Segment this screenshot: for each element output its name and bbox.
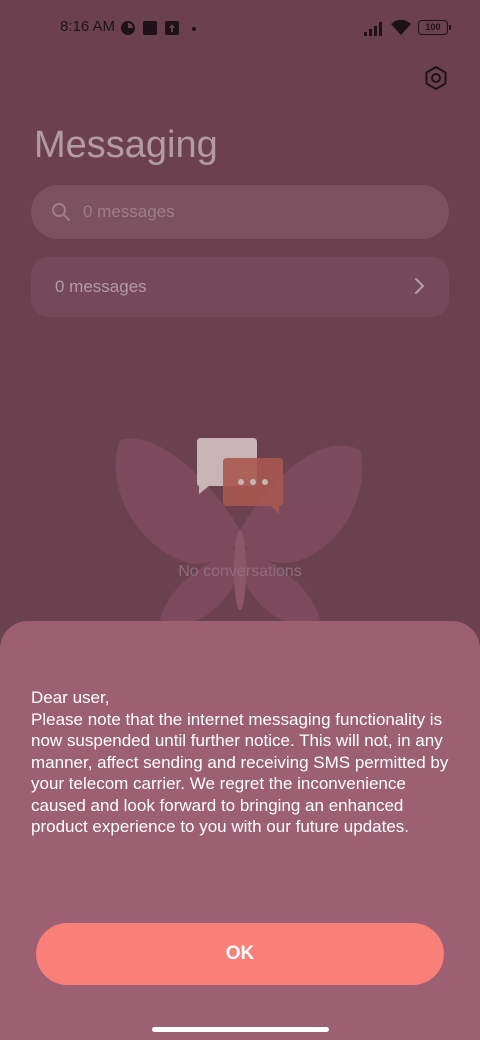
messaging-screen: 8:16 AM 100 Messaging 0 messages 0 messa… bbox=[0, 0, 480, 1040]
search-bar[interactable]: 0 messages bbox=[31, 185, 449, 239]
conversation-bubbles-icon bbox=[195, 436, 287, 516]
square-notification-icon bbox=[142, 20, 158, 40]
chevron-right-icon bbox=[413, 277, 425, 299]
messages-row[interactable]: 0 messages bbox=[31, 257, 449, 317]
dialog-message: Dear user, Please note that the internet… bbox=[31, 688, 449, 836]
battery-icon: 100 bbox=[418, 20, 451, 35]
wifi-icon bbox=[390, 18, 412, 40]
settings-icon bbox=[423, 65, 449, 95]
ok-button[interactable]: OK bbox=[36, 923, 444, 985]
search-placeholder: 0 messages bbox=[83, 202, 175, 221]
search-icon bbox=[51, 202, 71, 222]
status-time: 8:16 AM bbox=[60, 18, 116, 35]
notification-dot bbox=[192, 27, 196, 31]
app-notification-icon bbox=[120, 20, 136, 40]
empty-state-text: No conversations bbox=[178, 563, 302, 580]
signal-icon bbox=[364, 21, 386, 40]
messages-row-label: 0 messages bbox=[55, 277, 147, 296]
home-indicator[interactable] bbox=[152, 1027, 329, 1032]
upload-notification-icon bbox=[164, 20, 180, 40]
settings-button[interactable] bbox=[420, 64, 452, 96]
page-title: Messaging bbox=[34, 124, 218, 166]
notice-dialog: Dear user, Please note that the internet… bbox=[0, 621, 480, 1040]
status-bar: 8:16 AM 100 bbox=[0, 0, 480, 56]
